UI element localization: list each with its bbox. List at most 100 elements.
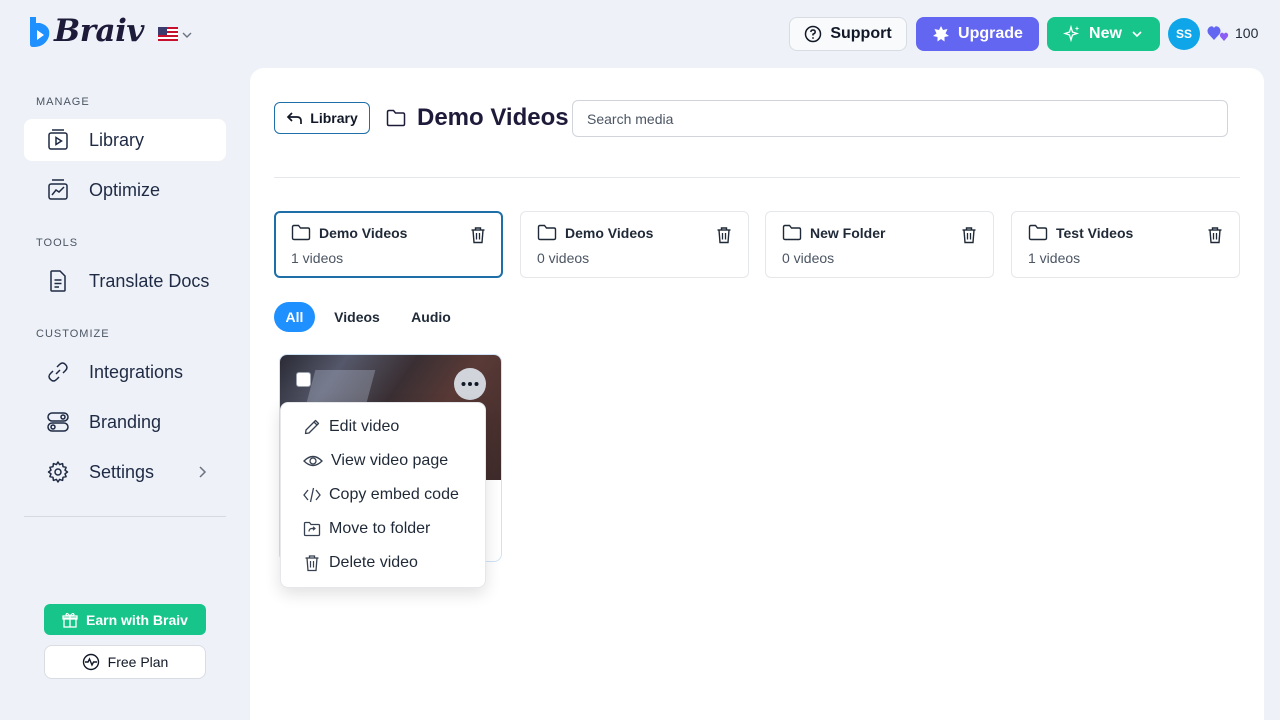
gift-icon [62,612,78,628]
library-icon [46,128,70,152]
menu-item-label: Copy embed code [329,486,459,503]
menu-item-label: View video page [331,452,449,469]
logo-mark-icon [26,14,52,48]
video-context-menu: Edit video View video page Copy embed co… [280,402,486,588]
filter-all[interactable]: All [274,302,315,332]
sidebar-item-label: Settings [89,461,155,482]
folder-move-icon [303,521,321,537]
section-label-customize: CUSTOMIZE [36,328,110,340]
chevron-right-icon [199,466,207,478]
back-arrow-icon [287,112,303,124]
document-icon [46,269,70,293]
link-icon [46,360,70,384]
ellipsis-icon [461,382,479,386]
filter-videos[interactable]: Videos [326,302,388,332]
trash-icon[interactable] [470,226,486,244]
menu-item-edit-video[interactable]: Edit video [303,415,399,439]
sidebar-item-optimize[interactable]: Optimize [24,169,226,211]
upgrade-label: Upgrade [958,25,1023,42]
more-options-button[interactable] [454,368,486,400]
optimize-icon [46,178,70,202]
page-title-text: Demo Videos [417,104,569,131]
folder-icon [386,109,406,127]
new-button[interactable]: New [1047,17,1160,51]
menu-item-label: Move to folder [329,520,431,537]
menu-item-view-video-page[interactable]: View video page [303,449,448,473]
search-input[interactable] [572,100,1228,137]
sidebar-item-branding[interactable]: Branding [24,401,226,443]
sidebar-item-translate-docs[interactable]: Translate Docs [24,260,226,302]
sidebar-item-label: Translate Docs [89,270,210,291]
folder-icon [537,224,557,241]
sparkle-badge-icon [933,26,950,42]
sparkles-icon [1063,25,1080,43]
sidebar-item-label: Optimize [89,179,161,200]
trash-icon [305,555,319,572]
toggles-icon [46,410,70,434]
plan-label: Free Plan [107,654,169,670]
section-label-tools: TOOLS [36,237,79,249]
trash-icon[interactable] [961,226,977,244]
folder-icon [291,224,311,241]
video-select-checkbox[interactable] [296,372,311,387]
support-button[interactable]: Support [789,17,907,51]
upgrade-button[interactable]: Upgrade [916,17,1039,51]
section-label-manage: MANAGE [36,96,90,108]
free-plan-button[interactable]: Free Plan [44,645,206,679]
folder-count: 1 videos [1028,250,1081,266]
folder-icon [1028,224,1048,241]
help-icon [805,25,822,43]
sidebar-item-settings[interactable]: Settings [24,451,226,493]
earn-with-braiv-button[interactable]: Earn with Braiv [44,604,206,635]
folder-name: Demo Videos [319,224,408,241]
sidebar-item-label: Branding [89,411,162,432]
folder-name: Test Videos [1056,224,1134,241]
chevron-down-icon [1132,31,1142,38]
new-label: New [1089,25,1122,42]
credits-badge[interactable]: 100 [1207,24,1258,42]
sidebar-item-library[interactable]: Library [24,119,226,161]
folder-card-title: Test Videos [1028,224,1133,241]
sidebar-divider [24,516,226,517]
filter-audio[interactable]: Audio [402,302,460,332]
menu-item-delete-video[interactable]: Delete video [303,551,418,575]
page-title: Demo Videos [386,104,569,132]
folder-card[interactable]: New Folder 0 videos [765,211,994,278]
chevron-down-icon[interactable] [181,28,193,40]
credits-count: 100 [1235,25,1259,41]
trash-icon[interactable] [716,226,732,244]
hearts-icon [1207,26,1229,41]
folder-name: Demo Videos [565,224,654,241]
folder-card-title: New Folder [782,224,885,241]
eye-icon [303,455,323,467]
folder-card[interactable]: Test Videos 1 videos [1011,211,1240,278]
folder-card-title: Demo Videos [537,224,653,241]
menu-item-copy-embed-code[interactable]: Copy embed code [303,483,459,507]
main-panel: Library Demo Videos Demo Videos 1 videos… [250,68,1264,720]
menu-item-label: Delete video [329,554,418,571]
sidebar-item-integrations[interactable]: Integrations [24,351,226,393]
code-icon [303,487,321,503]
back-to-library-button[interactable]: Library [274,102,370,134]
folder-count: 1 videos [291,250,344,266]
earn-label: Earn with Braiv [86,611,188,628]
folder-count: 0 videos [537,250,590,266]
folder-card[interactable]: Demo Videos 0 videos [520,211,749,278]
menu-item-label: Edit video [329,418,400,435]
header-divider [274,177,1240,178]
menu-item-move-to-folder[interactable]: Move to folder [303,517,430,541]
sidebar-item-label: Integrations [89,361,184,382]
folder-card[interactable]: Demo Videos 1 videos [274,211,503,278]
braiv-logo[interactable]: Braiv [26,13,144,49]
pencil-icon [304,419,320,435]
gear-icon [46,460,70,484]
folder-count: 0 videos [782,250,835,266]
logo-text: Braiv [54,13,144,49]
folder-card-title: Demo Videos [291,224,407,241]
trash-icon[interactable] [1207,226,1223,244]
us-flag-icon[interactable] [158,27,178,41]
pulse-icon [82,653,99,671]
folder-icon [782,224,802,241]
support-label: Support [830,25,892,42]
avatar[interactable]: SS [1168,18,1200,50]
